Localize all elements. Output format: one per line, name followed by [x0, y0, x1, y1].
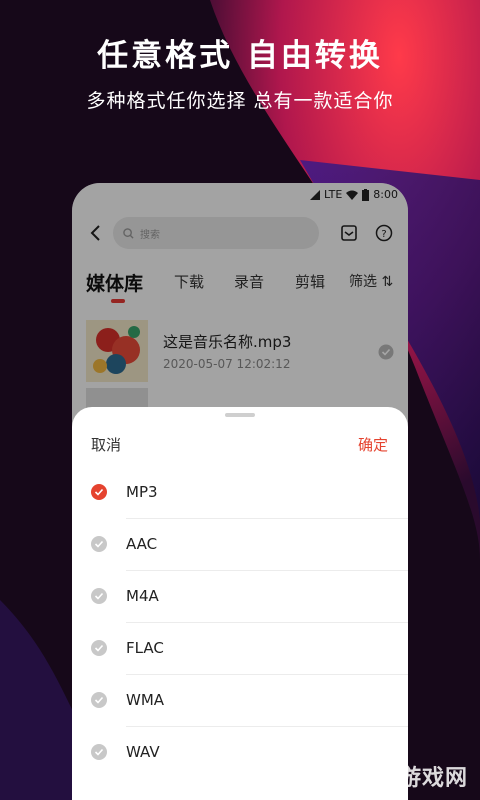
cancel-button[interactable]: 取消 [91, 434, 121, 455]
format-label: M4A [126, 587, 159, 605]
checked-circle-icon [91, 484, 107, 500]
unchecked-circle-icon [91, 744, 107, 760]
format-option-m4a[interactable]: M4A [72, 571, 408, 623]
format-option-aac[interactable]: AAC [72, 519, 408, 571]
promo-subline: 多种格式任你选择 总有一款适合你 [86, 90, 394, 112]
format-label: AAC [126, 535, 158, 553]
unchecked-circle-icon [91, 640, 107, 656]
phone-mockup: LTE 8:00 搜索 ? 媒体库 下载 录音 剪辑 筛选 ⇅ 这是音乐名称.m… [72, 183, 408, 800]
format-label: FLAC [126, 639, 164, 657]
watermark: 007游戏网 [350, 766, 468, 791]
format-label: WMA [126, 691, 165, 709]
unchecked-circle-icon [91, 536, 107, 552]
format-label: MP3 [126, 483, 158, 501]
unchecked-circle-icon [91, 588, 107, 604]
promo-headline: 任意格式 自由转换 [97, 38, 383, 74]
format-option-flac[interactable]: FLAC [72, 623, 408, 675]
format-picker-sheet: 取消 确定 MP3 AAC M4A FLAC WMA WAV [72, 407, 408, 800]
drag-handle[interactable] [225, 413, 255, 417]
format-option-mp3[interactable]: MP3 [72, 467, 408, 519]
confirm-button[interactable]: 确定 [358, 434, 388, 455]
format-option-wma[interactable]: WMA [72, 675, 408, 727]
unchecked-circle-icon [91, 692, 107, 708]
format-label: WAV [126, 743, 160, 761]
